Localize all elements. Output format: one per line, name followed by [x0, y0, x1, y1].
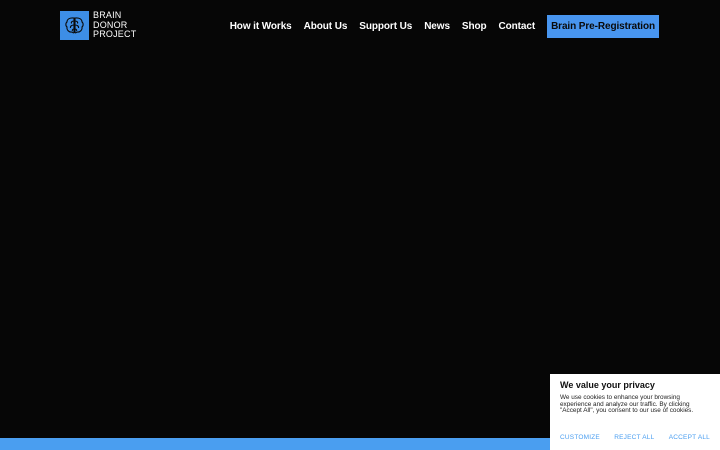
nav-contact[interactable]: Contact [499, 21, 536, 32]
cookie-title: We value your privacy [560, 380, 655, 390]
cookie-consent-banner: We value your privacy We use cookies to … [550, 374, 720, 450]
site-logo[interactable]: BRAIN DONOR PROJECT [60, 11, 136, 40]
brain-pre-registration-button[interactable]: Brain Pre-Registration [547, 15, 659, 38]
accept-all-button[interactable]: ACCEPT ALL [669, 434, 710, 441]
nav-news[interactable]: News [424, 21, 450, 32]
cookie-text: We use cookies to enhance your browsing … [560, 394, 694, 415]
nav-support-us[interactable]: Support Us [359, 21, 412, 32]
nav-shop[interactable]: Shop [462, 21, 487, 32]
page: BRAIN DONOR PROJECT How it Works About U… [0, 0, 720, 450]
nav-how-it-works[interactable]: How it Works [230, 21, 292, 32]
customize-button[interactable]: CUSTOMIZE [560, 434, 600, 441]
reject-all-button[interactable]: REJECT ALL [614, 434, 654, 441]
logo-line-3: PROJECT [93, 29, 137, 40]
cookie-actions: CUSTOMIZE REJECT ALL ACCEPT ALL [560, 434, 710, 441]
nav-about-us[interactable]: About Us [304, 21, 348, 32]
brain-icon [60, 11, 89, 40]
main-nav: How it Works About Us Support Us News Sh… [230, 15, 659, 38]
site-header: BRAIN DONOR PROJECT How it Works About U… [0, 0, 720, 54]
logo-wordmark: BRAIN DONOR PROJECT [93, 11, 136, 40]
